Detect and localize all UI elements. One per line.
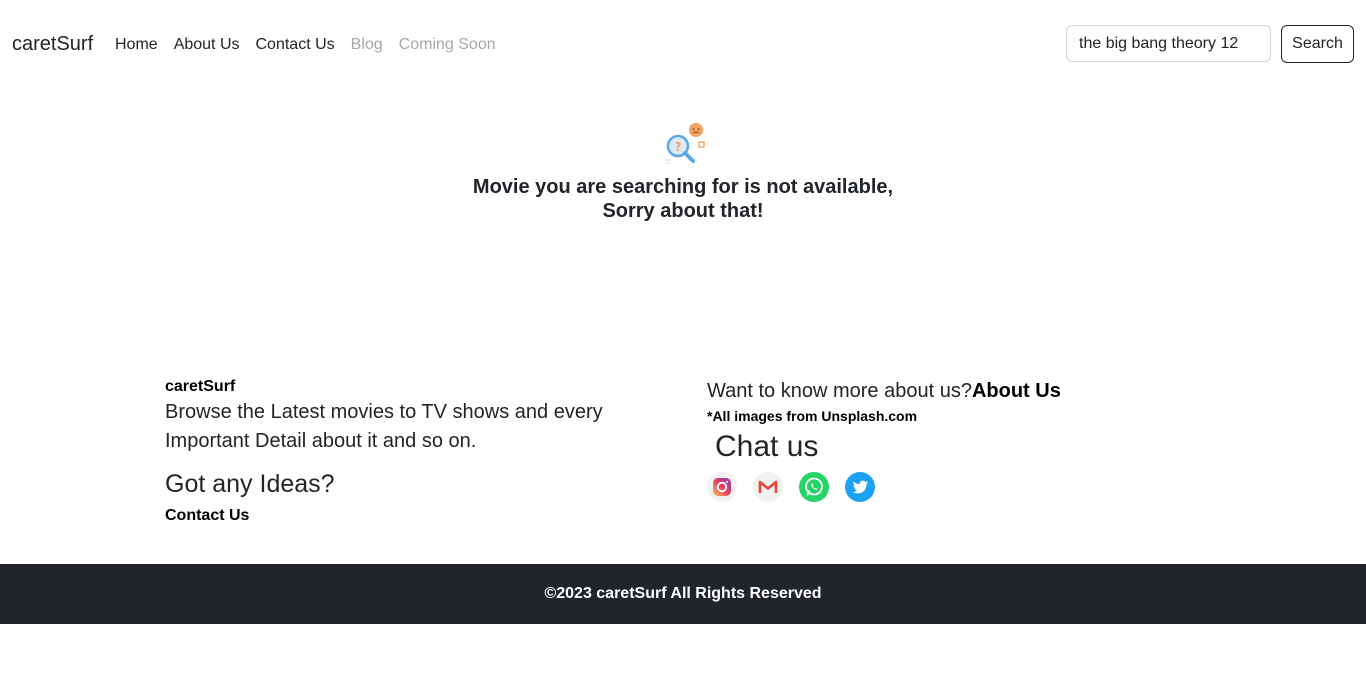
- nav-blog[interactable]: Blog: [351, 36, 383, 54]
- footer-about-link[interactable]: About Us: [972, 380, 1061, 402]
- ideas-heading: Got any Ideas?: [165, 470, 335, 498]
- nav-about-us[interactable]: About Us: [174, 36, 240, 54]
- empty-message-line2: Sorry about that!: [602, 200, 764, 222]
- search-input[interactable]: [1066, 25, 1271, 62]
- footer-description: Browse the Latest movies to TV shows and…: [165, 401, 603, 452]
- instagram-icon[interactable]: [707, 472, 737, 502]
- copyright-text: ©2023 caretSurf All Rights Reserved: [544, 585, 822, 602]
- bottom-bar: ©2023 caretSurf All Rights Reserved: [0, 564, 1366, 624]
- footer-contact-link[interactable]: Contact Us: [165, 507, 615, 525]
- gmail-icon[interactable]: [753, 472, 783, 502]
- nav-home[interactable]: Home: [115, 36, 158, 54]
- empty-message: Movie you are searching for is not avail…: [0, 175, 1366, 223]
- footer-left: caretSurf Browse the Latest movies to TV…: [165, 378, 615, 525]
- navbar: caretSurf Home About Us Contact Us Blog …: [0, 0, 1366, 88]
- know-more-label: Want to know more about us?: [707, 380, 972, 402]
- nav-coming-soon[interactable]: Coming Soon: [399, 36, 496, 54]
- chat-heading: Chat us: [715, 430, 819, 463]
- twitter-icon[interactable]: [845, 472, 875, 502]
- svg-text:?: ?: [675, 140, 682, 154]
- brand-logo[interactable]: caretSurf: [12, 33, 93, 56]
- empty-state: ? Movie you are searching for is not ava…: [0, 120, 1366, 223]
- search-not-found-icon: ?: [658, 120, 708, 168]
- social-links: [707, 472, 1127, 502]
- search-button[interactable]: Search: [1281, 25, 1354, 63]
- footer-right: Want to know more about us?About Us *All…: [707, 378, 1127, 502]
- footer-brand: caretSurf: [165, 378, 236, 395]
- know-more-text: Want to know more about us?About Us: [707, 378, 1127, 404]
- empty-message-line1: Movie you are searching for is not avail…: [472, 176, 894, 198]
- image-credit: *All images from Unsplash.com: [707, 408, 918, 424]
- whatsapp-icon[interactable]: [799, 472, 829, 502]
- nav-contact-us[interactable]: Contact Us: [256, 36, 335, 54]
- main-nav: Home About Us Contact Us Blog Coming Soo…: [115, 36, 512, 54]
